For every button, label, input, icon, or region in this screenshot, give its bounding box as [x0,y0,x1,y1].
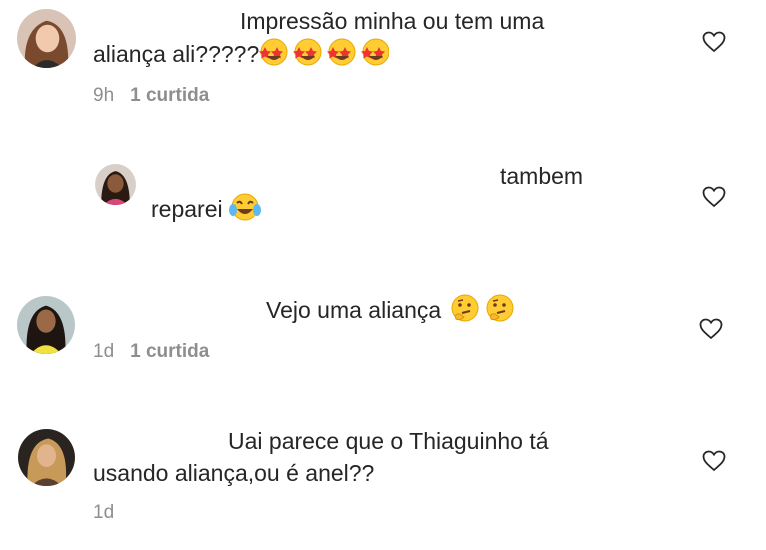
comment-meta: 1d [93,502,114,524]
avatar[interactable] [18,429,75,486]
comment-meta: 9h 1 curtida [93,85,209,107]
avatar[interactable] [95,164,136,205]
timestamp: 9h [93,85,115,106]
likes-count[interactable]: 1 curtida [130,85,209,106]
comment-text-line: tambem [500,163,584,189]
comment-text-line: Impressão minha ou tem uma [240,8,545,34]
heart-outline-icon[interactable] [702,450,726,472]
timestamp: 1d [93,341,115,362]
comment-text-line: Uai parece que o Thiaguinho tá [228,428,549,454]
comment-text-line: aliança ali????? [93,37,390,70]
avatar[interactable] [17,9,76,68]
comment-text: reparei [151,196,223,222]
heart-outline-icon[interactable] [702,31,726,53]
comment-text-line: usando aliança,ou é anel?? [93,460,375,486]
comment-meta: 1d 1 curtida [93,341,209,363]
heart-outline-icon[interactable] [702,186,726,208]
comment-text-line: reparei [151,192,261,225]
comment-text-line: Vejo uma aliança [266,293,518,326]
star-struck-emoji-icon [259,37,390,67]
heart-outline-icon[interactable] [699,318,723,340]
tears-of-joy-emoji-icon [229,192,261,222]
comments-list: Impressão minha ou tem uma aliança ali??… [0,0,766,550]
likes-count[interactable]: 1 curtida [130,341,209,362]
avatar[interactable] [17,296,75,354]
thinking-face-emoji-icon [448,293,518,323]
comment-text: Vejo uma aliança [266,297,442,323]
timestamp: 1d [93,502,115,523]
comment-text: aliança ali????? [93,41,260,67]
